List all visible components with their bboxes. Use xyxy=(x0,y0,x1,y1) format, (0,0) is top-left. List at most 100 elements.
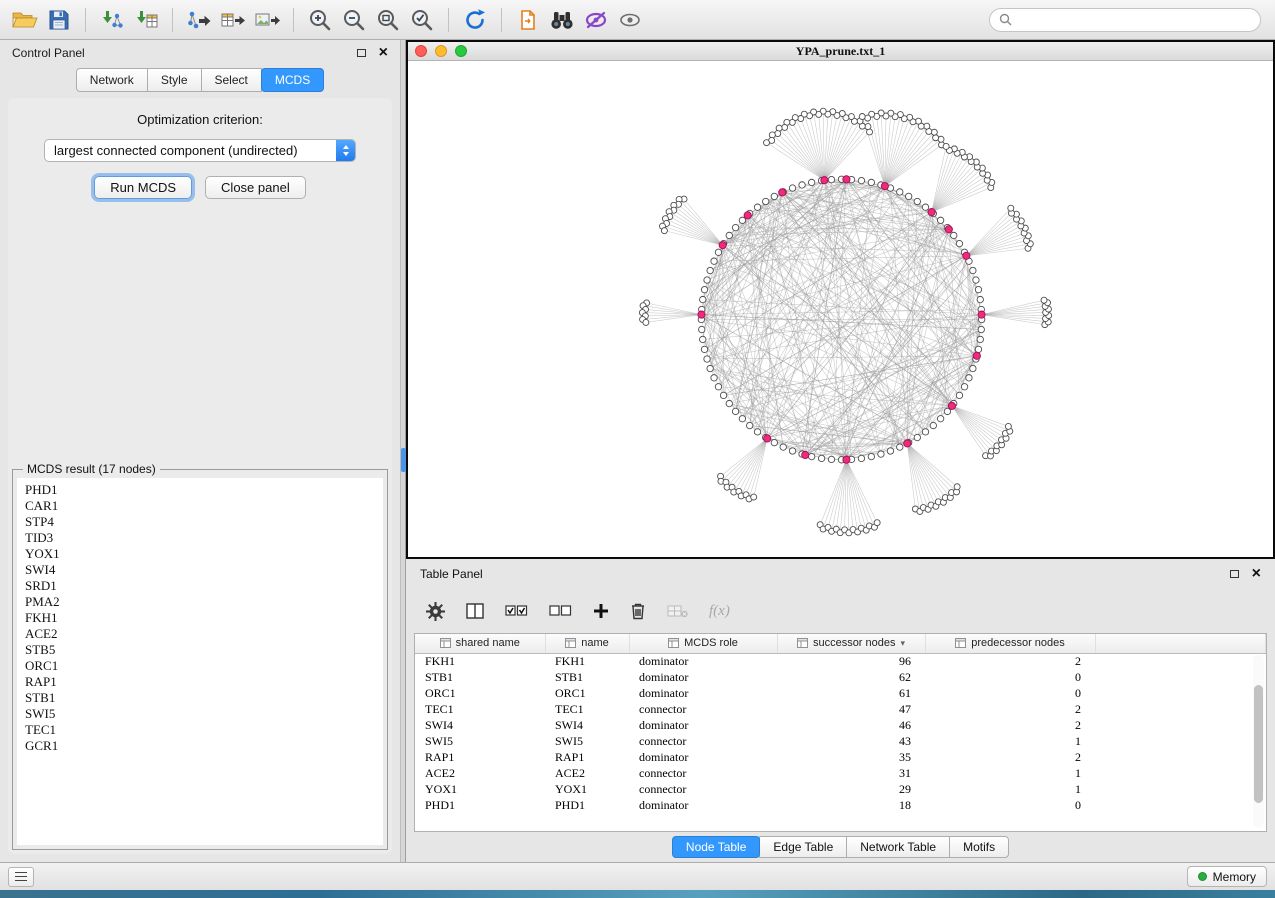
tab-node-table[interactable]: Node Table xyxy=(672,836,761,858)
columns-icon xyxy=(466,603,484,619)
mcds-result-list[interactable]: PHD1CAR1STP4TID3YOX1SWI4SRD1PMA2FKH1ACE2… xyxy=(17,478,383,845)
table-row[interactable]: STB1STB1dominator620 xyxy=(415,669,1266,685)
close-panel-icon[interactable]: × xyxy=(379,45,388,61)
zoom-selected-button[interactable] xyxy=(405,5,439,35)
clone-network-button[interactable] xyxy=(511,5,545,35)
run-mcds-button[interactable]: Run MCDS xyxy=(94,176,192,199)
network-view-window: YPA_prune.txt_1 xyxy=(406,40,1275,559)
optimization-criterion-select[interactable]: largest connected component (undirected) xyxy=(44,139,356,162)
network-window-titlebar[interactable]: YPA_prune.txt_1 xyxy=(408,42,1273,61)
mcds-node-item[interactable]: TID3 xyxy=(25,530,375,546)
mcds-node-item[interactable]: SWI4 xyxy=(25,562,375,578)
table-row[interactable]: SWI4SWI4dominator462 xyxy=(415,717,1266,733)
show-all-button[interactable] xyxy=(613,5,647,35)
column-header-predecessor-nodes[interactable]: predecessor nodes xyxy=(925,634,1095,653)
toolbar-separator xyxy=(85,8,86,32)
clear-table-button[interactable] xyxy=(667,604,688,618)
zoom-in-button[interactable] xyxy=(303,5,337,35)
tab-edge-table[interactable]: Edge Table xyxy=(759,836,847,858)
hide-selected-button[interactable] xyxy=(579,5,613,35)
table-panel: Table Panel × xyxy=(406,559,1275,862)
table-row[interactable]: RAP1RAP1dominator352 xyxy=(415,749,1266,765)
column-header-mcds-role[interactable]: MCDS role xyxy=(629,634,777,653)
mcds-node-item[interactable]: PMA2 xyxy=(25,594,375,610)
import-network-button[interactable] xyxy=(95,5,129,35)
table-row[interactable]: PHD1PHD1dominator180 xyxy=(415,797,1266,813)
zoom-out-icon xyxy=(342,8,366,32)
mcds-node-item[interactable]: SWI5 xyxy=(25,706,375,722)
maximize-window-icon[interactable] xyxy=(455,45,467,57)
import-table-button[interactable] xyxy=(129,5,163,35)
save-session-button[interactable] xyxy=(42,5,76,35)
network-canvas[interactable] xyxy=(408,61,1273,557)
add-column-button[interactable] xyxy=(593,603,609,619)
memory-status-icon xyxy=(1198,872,1207,881)
export-network-button[interactable] xyxy=(182,5,216,35)
mcds-node-item[interactable]: SRD1 xyxy=(25,578,375,594)
panel-splitter[interactable] xyxy=(401,40,406,862)
network-svg[interactable] xyxy=(408,61,1273,557)
mcds-node-item[interactable]: STB1 xyxy=(25,690,375,706)
search-box[interactable] xyxy=(989,8,1261,32)
table-row[interactable]: FKH1FKH1dominator962 xyxy=(415,653,1266,669)
table-row[interactable]: YOX1YOX1connector291 xyxy=(415,781,1266,797)
mcds-node-item[interactable]: STB5 xyxy=(25,642,375,658)
column-header-name[interactable]: name xyxy=(545,634,629,653)
function-builder-button[interactable]: f(x) xyxy=(709,603,730,620)
show-columns-button[interactable] xyxy=(466,603,484,619)
table-row[interactable]: SWI5SWI5connector431 xyxy=(415,733,1266,749)
mcds-result-group: MCDS result (17 nodes) PHD1CAR1STP4TID3Y… xyxy=(12,469,388,850)
mcds-node-item[interactable]: GCR1 xyxy=(25,738,375,754)
status-menu-button[interactable] xyxy=(8,867,34,887)
mcds-node-item[interactable]: PHD1 xyxy=(25,482,375,498)
zoom-fit-button[interactable] xyxy=(371,5,405,35)
table-settings-button[interactable] xyxy=(426,602,445,621)
mcds-node-item[interactable]: YOX1 xyxy=(25,546,375,562)
minimize-window-icon[interactable] xyxy=(435,45,447,57)
mcds-node-item[interactable]: STP4 xyxy=(25,514,375,530)
mcds-node-item[interactable]: CAR1 xyxy=(25,498,375,514)
memory-label: Memory xyxy=(1213,870,1256,884)
tab-style[interactable]: Style xyxy=(147,68,202,92)
mcds-node-item[interactable]: RAP1 xyxy=(25,674,375,690)
mcds-node-item[interactable]: TEC1 xyxy=(25,722,375,738)
column-header-shared-name[interactable]: shared name xyxy=(415,634,545,653)
close-table-panel-icon[interactable]: × xyxy=(1252,566,1261,582)
mcds-node-item[interactable]: ACE2 xyxy=(25,626,375,642)
table-scrollbar[interactable] xyxy=(1253,655,1264,828)
mcds-node-item[interactable]: ORC1 xyxy=(25,658,375,674)
close-window-icon[interactable] xyxy=(415,45,427,57)
memory-button[interactable]: Memory xyxy=(1187,866,1267,887)
export-table-button[interactable] xyxy=(216,5,250,35)
clone-document-icon xyxy=(516,9,540,31)
table-row[interactable]: TEC1TEC1connector472 xyxy=(415,701,1266,717)
binoculars-icon xyxy=(549,10,575,30)
deselect-all-rows-button[interactable] xyxy=(549,604,572,618)
select-all-rows-button[interactable] xyxy=(505,604,528,618)
zoom-out-button[interactable] xyxy=(337,5,371,35)
column-header-successor-nodes[interactable]: successor nodes▾ xyxy=(777,634,925,653)
sort-direction-icon[interactable]: ▾ xyxy=(901,638,906,649)
delete-column-button[interactable] xyxy=(630,602,646,620)
open-file-button[interactable] xyxy=(8,5,42,35)
mcds-buttons-row: Run MCDS Close panel xyxy=(94,176,305,199)
close-panel-button[interactable]: Close panel xyxy=(205,176,306,199)
float-table-panel-icon[interactable] xyxy=(1230,570,1239,578)
splitter-grip-icon[interactable] xyxy=(401,448,406,472)
search-input[interactable] xyxy=(1018,13,1251,27)
tab-network[interactable]: Network xyxy=(76,68,148,92)
tab-motifs[interactable]: Motifs xyxy=(949,836,1009,858)
refresh-view-button[interactable] xyxy=(458,5,492,35)
scrollbar-thumb[interactable] xyxy=(1254,685,1263,803)
export-image-button[interactable] xyxy=(250,5,284,35)
float-panel-icon[interactable] xyxy=(357,49,366,57)
table-row[interactable]: ACE2ACE2connector311 xyxy=(415,765,1266,781)
first-neighbors-button[interactable] xyxy=(545,5,579,35)
tab-select[interactable]: Select xyxy=(201,68,262,92)
refresh-icon xyxy=(463,8,487,32)
tab-network-table[interactable]: Network Table xyxy=(846,836,950,858)
import-network-icon xyxy=(100,10,124,30)
table-row[interactable]: ORC1ORC1dominator610 xyxy=(415,685,1266,701)
tab-mcds[interactable]: MCDS xyxy=(261,68,324,92)
mcds-node-item[interactable]: FKH1 xyxy=(25,610,375,626)
